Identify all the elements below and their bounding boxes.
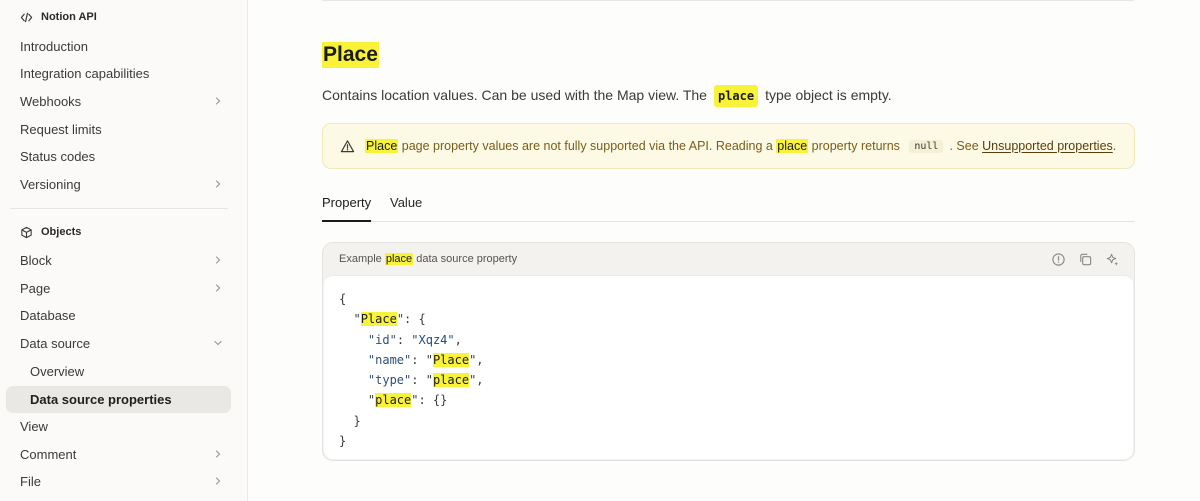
sidebar-item-label: Page — [20, 281, 51, 296]
warning-text: . — [1112, 139, 1117, 153]
sidebar-item-label: File — [20, 474, 41, 489]
sidebar-item-database[interactable]: Database — [6, 302, 231, 329]
tab-bar: Property Value — [322, 191, 1135, 222]
sidebar-item-label: Comment — [20, 447, 77, 462]
divider — [322, 0, 1134, 1]
sidebar-item-file[interactable]: File — [6, 468, 231, 495]
sidebar-item-data-source[interactable]: Data source — [6, 330, 231, 357]
sidebar-section-title: Objects — [41, 226, 82, 238]
description-text: type object is empty. — [765, 87, 892, 103]
cube-icon — [21, 226, 32, 238]
app-root: Notion API Introduction Integration capa… — [0, 0, 1200, 501]
warning-text: property returns — [808, 139, 904, 153]
sidebar-item-overview[interactable]: Overview — [6, 358, 231, 385]
chevron-right-icon — [215, 256, 221, 264]
sidebar-item-label: Status codes — [20, 149, 96, 164]
code-block[interactable]: { "Place": { "id": "Xqz4", "name": "Plac… — [324, 275, 1133, 459]
code-line: "place": {} — [339, 393, 448, 408]
inline-code: null — [909, 139, 944, 153]
chevron-right-icon — [215, 477, 221, 485]
sidebar-item-label: Introduction — [20, 39, 88, 54]
sidebar-item-label: Data source — [20, 336, 91, 351]
sidebar: Notion API Introduction Integration capa… — [0, 0, 248, 501]
code-line: "Place": { — [339, 312, 426, 327]
highlight-text: Place — [365, 139, 399, 153]
sidebar-item-data-source-properties[interactable]: Data source properties — [6, 386, 231, 413]
sidebar-section-notion-api: Notion API — [20, 8, 97, 26]
sidebar-item-label: Block — [20, 253, 52, 268]
code-line: { — [339, 292, 347, 306]
chevron-right-icon — [215, 180, 221, 188]
highlight-text: place — [432, 373, 470, 388]
chevron-down-icon — [214, 340, 222, 346]
inline-code: place — [713, 85, 759, 107]
unsupported-properties-link[interactable]: Unsupported properties — [982, 139, 1113, 153]
sidebar-divider — [10, 208, 228, 209]
sidebar-item-label: Versioning — [20, 177, 81, 192]
chevron-right-icon — [215, 97, 221, 105]
info-icon[interactable] — [1051, 252, 1066, 267]
highlight-text: place — [375, 393, 412, 408]
sidebar-section-title: Notion API — [41, 11, 97, 23]
code-line: } — [339, 413, 361, 428]
ai-sparkle-icon[interactable] — [1105, 252, 1120, 267]
sidebar-item-label: Request limits — [20, 122, 102, 137]
chevron-right-icon — [215, 450, 221, 458]
sidebar-item-label: Overview — [30, 364, 85, 379]
code-line: "type": "place", — [367, 373, 484, 388]
highlight-text: Place — [360, 312, 397, 327]
sidebar-item-label: Data source properties — [30, 392, 172, 407]
sidebar-item-label: Database — [20, 308, 76, 323]
sidebar-item-label: Webhooks — [20, 94, 82, 109]
copy-icon[interactable] — [1078, 252, 1093, 267]
sidebar-item-label: View — [20, 419, 48, 434]
sidebar-item-label: Integration capabilities — [20, 66, 150, 81]
sidebar-item-view[interactable]: View — [6, 413, 231, 440]
code-caption: Example place data source property — [339, 253, 517, 265]
code-icon — [20, 12, 33, 22]
sidebar-item-integration-capabilities[interactable]: Integration capabilities — [6, 60, 231, 87]
description-text: Contains location values. Can be used wi… — [322, 87, 707, 103]
sidebar-item-request-limits[interactable]: Request limits — [6, 116, 231, 143]
chevron-right-icon — [215, 284, 221, 292]
highlight-text: Place — [432, 352, 470, 367]
sidebar-item-status-codes[interactable]: Status codes — [6, 143, 231, 170]
warning-callout: Place page property values are not fully… — [322, 123, 1135, 169]
sidebar-item-webhooks[interactable]: Webhooks — [6, 88, 231, 115]
page-title: Place — [322, 42, 379, 68]
code-line: } — [339, 434, 347, 449]
sidebar-item-comment[interactable]: Comment — [6, 441, 231, 468]
warning-text: page property values are not fully suppo… — [398, 139, 777, 153]
sidebar-section-objects: Objects — [20, 223, 81, 241]
caption-text: Example — [339, 253, 385, 265]
code-toolbar — [1051, 252, 1120, 267]
highlight-text: place — [776, 139, 809, 153]
tab-value[interactable]: Value — [390, 195, 422, 222]
warning-text: . See — [949, 139, 983, 153]
sidebar-item-versioning[interactable]: Versioning — [6, 171, 231, 198]
main-content: Place Contains location values. Can be u… — [248, 0, 1200, 501]
code-line: "name": "Place", — [367, 352, 484, 367]
caption-text: data source property — [413, 253, 518, 265]
description: Contains location values. Can be used wi… — [322, 85, 892, 107]
sidebar-item-introduction[interactable]: Introduction — [6, 33, 231, 60]
highlight-text: place — [384, 253, 414, 265]
tab-property[interactable]: Property — [322, 195, 372, 222]
code-example-card: Example place data source property { "Pl… — [322, 242, 1135, 461]
sidebar-item-block[interactable]: Block — [6, 247, 231, 274]
sidebar-item-page[interactable]: Page — [6, 275, 231, 302]
warning-triangle-icon — [340, 139, 355, 152]
code-line: "id": "Xqz4", — [367, 332, 462, 347]
